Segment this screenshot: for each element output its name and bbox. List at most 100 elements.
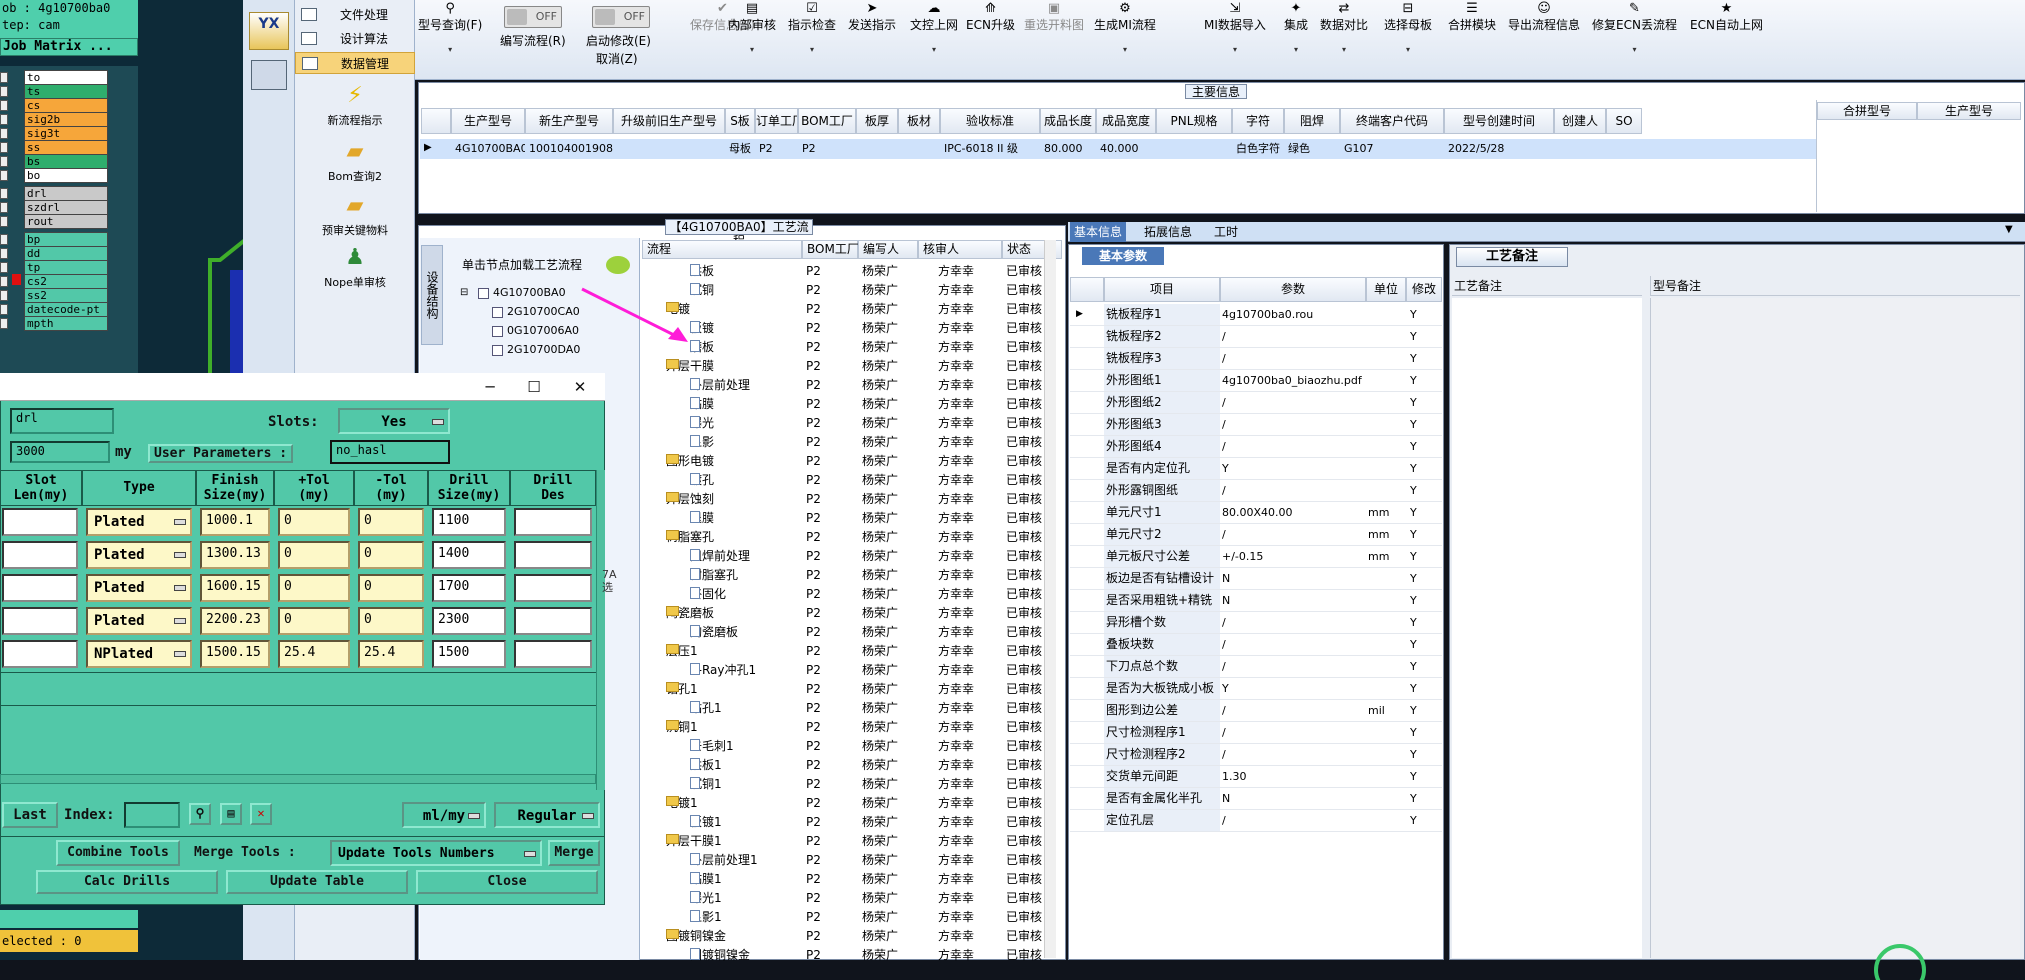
layer-checkbox[interactable] [0,114,8,125]
job-matrix-button[interactable]: Job Matrix ... [0,38,138,56]
cancel-label[interactable]: 取消(Z) [596,50,638,67]
model-remark-text[interactable] [1650,298,2020,958]
layer-row[interactable]: mpth [0,316,138,331]
flow-row[interactable]: 贴膜1 P2 杨荣广 方幸幸 已审核 [642,870,1056,889]
main-info-cell[interactable]: 母板 [725,140,755,158]
ribbon-button-3[interactable]: ☑ 指示检查 ▾ [788,2,836,55]
index-field[interactable] [124,802,180,828]
param-value[interactable]: / [1222,612,1366,633]
ribbon-button-4[interactable]: ➤ 发送指示 [848,2,896,33]
tree-collapse-icon[interactable]: ⊟ [460,285,468,301]
update-table-button[interactable]: Update Table [226,870,408,894]
param-row[interactable]: 外形图纸4/ Y [1070,436,1442,458]
flow-row[interactable]: 电镀P2杨荣广方幸幸已审核 [642,300,1056,319]
param-row[interactable]: 异形槽个数 / Y [1070,612,1442,634]
ribbon-button-8[interactable]: ⚙ 生成MI流程 ▾ [1094,2,1156,55]
nav-design-algorithm[interactable]: 设计算法 [295,28,415,50]
flow-row[interactable]: 阻焊前处理 P2 杨荣广 方幸幸 已审核 [642,547,1056,566]
last-button[interactable]: Last [2,802,58,828]
maximize-icon[interactable]: ☐ [514,377,554,397]
layer-checkbox[interactable] [0,276,8,287]
flow-row[interactable]: 去毛刺1 P2 杨荣广 方幸幸 已审核 [642,737,1056,756]
calculator-icon[interactable] [251,60,287,90]
param-value[interactable]: Y [1222,458,1366,479]
slot-length-field[interactable] [2,541,78,569]
layer-checkbox[interactable] [0,86,8,97]
flow-row[interactable]: X-Ray冲孔1 P2 杨荣广 方幸幸 已审核 [642,661,1056,680]
ribbon-button-2[interactable]: ▤ 内部审核 ▾ [728,2,776,55]
param-value[interactable]: N [1222,788,1366,809]
tree-node[interactable]: 2G10700CA0 [492,304,580,320]
calc-drills-button[interactable]: Calc Drills [36,870,218,894]
param-value[interactable]: / [1222,392,1366,413]
flow-row[interactable]: 板镀1 P2 杨荣广 方幸幸 已审核 [642,813,1056,832]
main-info-cell[interactable] [1606,140,1642,158]
flow-row[interactable]: 外层前处理1 P2 杨荣广 方幸幸 已审核 [642,851,1056,870]
minimize-icon[interactable]: ─ [470,377,510,397]
param-value[interactable]: +/-0.15 [1222,546,1366,567]
flow-row[interactable]: 树脂塞孔 P2 杨荣广 方幸幸 已审核 [642,566,1056,585]
layer-row[interactable]: bs [0,154,138,169]
ribbon-button-12[interactable]: ⊟ 选择母板 ▾ [1384,2,1432,55]
main-info-cell[interactable] [898,140,940,158]
flow-row[interactable]: 层压1 P2 杨荣广 方幸幸 已审核 [642,642,1056,661]
search-icon[interactable]: ⚲ [189,803,211,825]
update-tools-numbers-select[interactable]: Update Tools Numbers [330,840,542,866]
param-value[interactable]: / [1222,722,1366,743]
user-parameters-label[interactable]: User Parameters : [148,444,294,463]
layer-row[interactable]: ss2 [0,288,138,303]
param-value[interactable]: N [1222,568,1366,589]
param-value[interactable]: / [1222,348,1366,369]
flow-row[interactable]: 图形电镀 P2 杨荣广 方幸幸 已审核 [642,452,1056,471]
plus-tol-field[interactable]: 0 [278,541,350,569]
flow-row[interactable]: 外层蚀刻 P2 杨荣广 方幸幸 已审核 [642,490,1056,509]
layer-row[interactable]: sig2b [0,112,138,127]
param-row[interactable]: 铣板程序3/ Y [1070,348,1442,370]
flow-row[interactable]: 板镀 P2 杨荣广 方幸幸 已审核 [642,319,1056,338]
minus-tol-field[interactable]: 0 [358,607,424,635]
main-info-cell[interactable]: IPC-6018 II 级 [940,140,1040,158]
flow-row[interactable]: 树脂塞孔 P2 杨荣广 方幸幸 已审核 [642,528,1056,547]
nav-data-management[interactable]: 数据管理 [295,52,415,74]
plus-tol-field[interactable]: 0 [278,574,350,602]
layer-checkbox[interactable] [0,128,8,139]
close-icon[interactable]: ✕ [560,377,600,397]
chat-bubble-icon[interactable] [606,256,630,274]
plus-tol-field[interactable]: 25.4 [278,640,350,668]
finish-size-field[interactable]: 1300.13 [200,541,270,569]
basic-params-tab[interactable]: 基本参数 [1082,247,1164,265]
param-row[interactable]: 尺寸检测程序2/ Y [1070,744,1442,766]
layer-row[interactable]: to [0,70,138,85]
drill-des-field[interactable] [514,508,592,536]
flow-row[interactable]: 陶瓷磨板 P2 杨荣广 方幸幸 已审核 [642,623,1056,642]
layer-checkbox[interactable] [0,234,8,245]
layer-row[interactable]: szdrl [0,200,138,215]
param-row[interactable]: 单元尺寸1 80.00X40.00 mm Y [1070,502,1442,524]
finish-size-field[interactable]: 1500.15 [200,640,270,668]
param-value[interactable]: / [1222,480,1366,501]
ribbon-button-13[interactable]: ☰ 合拼模块 [1448,2,1496,33]
param-value[interactable]: / [1222,436,1366,457]
layer-row[interactable]: ss [0,140,138,155]
flow-row[interactable]: 外层干膜1 P2 杨荣广 方幸幸 已审核 [642,832,1056,851]
thickness-field[interactable]: 3000 [10,441,110,463]
param-value[interactable]: 1.30 [1222,766,1366,787]
main-info-cell[interactable] [1554,140,1606,158]
finish-size-field[interactable]: 1000.1 [200,508,270,536]
param-row[interactable]: 下刀点总个数 / Y [1070,656,1442,678]
horizontal-scrollbar[interactable] [0,774,596,784]
param-value[interactable]: / [1222,656,1366,677]
start-modify-toggle[interactable]: OFF [592,6,650,28]
slot-length-field[interactable] [2,574,78,602]
main-info-cell[interactable]: 10010400190841 [525,140,613,158]
combine-tools-button[interactable]: Combine Tools [56,840,180,866]
layer-checkbox[interactable] [0,248,8,259]
finish-size-field[interactable]: 2200.23 [200,607,270,635]
ribbon-button-11[interactable]: ⇄ 数据对比 ▾ [1320,2,1368,55]
tool-type-select[interactable]: Plated [86,541,192,569]
flow-row[interactable]: 镀孔 P2 杨荣广 方幸幸 已审核 [642,471,1056,490]
minus-tol-field[interactable]: 0 [358,541,424,569]
param-row[interactable]: 单元尺寸2/mm Y [1070,524,1442,546]
remarks-tab[interactable]: 工艺备注 [1456,247,1568,267]
layer-checkbox[interactable] [0,100,8,111]
